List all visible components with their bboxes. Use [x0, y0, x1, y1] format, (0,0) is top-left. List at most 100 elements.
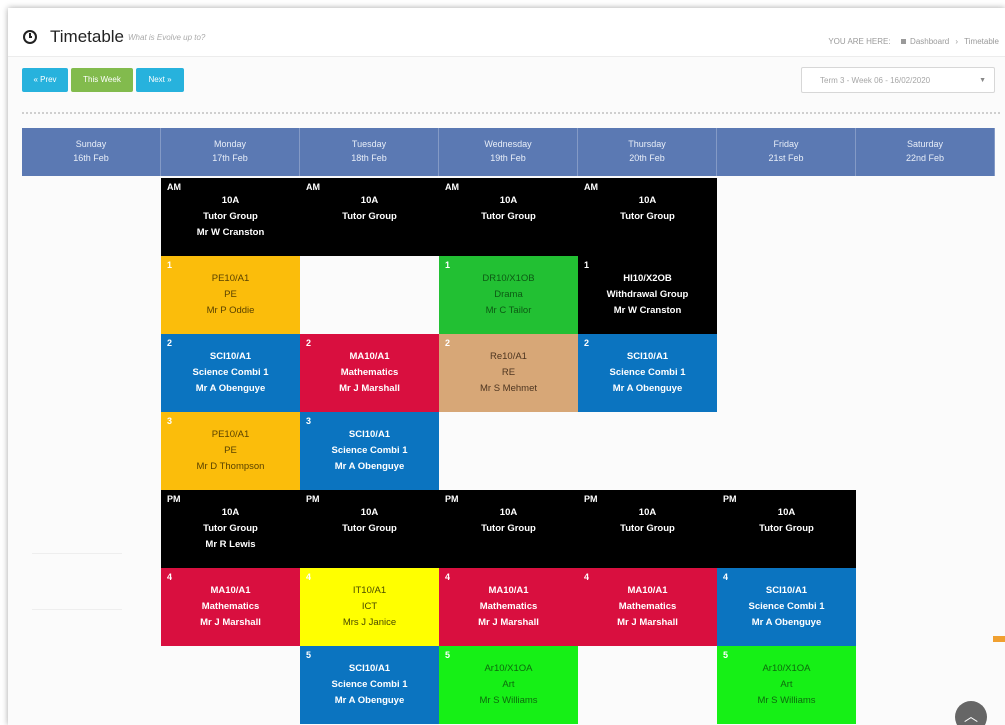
next-week-button[interactable]: Next »	[136, 68, 184, 92]
lesson-slot[interactable]: 3 PE10/A1 PE Mr D Thompson	[161, 412, 300, 490]
lesson-slot[interactable]: PM 10A Tutor Group	[439, 490, 578, 568]
breadcrumb-dashboard-link[interactable]: Dashboard	[910, 37, 949, 46]
period-label: 1	[167, 260, 173, 270]
lesson-slot[interactable]: AM 10A Tutor Group	[578, 178, 717, 256]
lesson-code: 10A	[638, 507, 657, 518]
term-week-select[interactable]: Term 3 - Week 06 - 16/02/2020 ▼	[801, 67, 995, 93]
day-date: 21st Feb	[768, 153, 804, 163]
period-label: 2	[167, 338, 173, 348]
lesson-slot[interactable]: 3 SCI10/A1 Science Combi 1 Mr A Obenguye	[300, 412, 439, 490]
lesson-subject: Tutor Group	[203, 523, 258, 534]
period-label: 1	[584, 260, 590, 270]
lesson-teacher: Mr C Tailor	[485, 305, 532, 316]
day-header-friday: Friday 21st Feb	[717, 128, 856, 176]
home-icon	[900, 39, 906, 45]
breadcrumb-prefix: YOU ARE HERE:	[828, 37, 891, 46]
lesson-slot[interactable]: 1 PE10/A1 PE Mr P Oddie	[161, 256, 300, 334]
day-date: 18th Feb	[351, 153, 387, 163]
lesson-code: SCI10/A1	[348, 429, 391, 440]
lesson-teacher: Mr J Marshall	[339, 383, 400, 394]
lesson-code: IT10/A1	[352, 585, 387, 596]
lesson-code: SCI10/A1	[348, 663, 391, 674]
app-window: Timetable What is Evolve up to? YOU ARE …	[8, 8, 1005, 725]
lesson-subject: Mathematics	[618, 601, 677, 612]
lesson-slot[interactable]: 4 MA10/A1 Mathematics Mr J Marshall	[578, 568, 717, 646]
period-label: PM	[445, 494, 459, 504]
lesson-teacher: Mr W Cranston	[613, 305, 682, 316]
day-header-wednesday: Wednesday 19th Feb	[439, 128, 578, 176]
lesson-subject: RE	[501, 367, 516, 378]
scroll-marker	[993, 636, 1005, 642]
lesson-slot[interactable]: PM 10A Tutor Group	[717, 490, 856, 568]
lesson-slot[interactable]: PM 10A Tutor Group Mr R Lewis	[161, 490, 300, 568]
lesson-subject: Art	[780, 679, 793, 690]
day-header-tuesday: Tuesday 18th Feb	[300, 128, 439, 176]
lesson-subject: PE	[224, 289, 237, 300]
lesson-code: 10A	[499, 195, 518, 206]
lesson-slot[interactable]: 2 Re10/A1 RE Mr S Mehmet	[439, 334, 578, 412]
lesson-slot[interactable]: 1 HI10/X2OB Withdrawal Group Mr W Cranston	[578, 256, 717, 334]
lesson-slot[interactable]: 2 SCI10/A1 Science Combi 1 Mr A Obenguye	[578, 334, 717, 412]
lesson-slot[interactable]: 5 SCI10/A1 Science Combi 1 Mr A Obenguye	[300, 646, 439, 724]
lesson-slot[interactable]: 4 SCI10/A1 Science Combi 1 Mr A Obenguye	[717, 568, 856, 646]
lesson-code: SCI10/A1	[765, 585, 808, 596]
this-week-button[interactable]: This Week	[71, 68, 133, 92]
lesson-code: Re10/A1	[490, 351, 527, 362]
day-date: 16th Feb	[73, 153, 109, 163]
lesson-subject: Mathematics	[479, 601, 538, 612]
lesson-subject: Drama	[494, 289, 523, 300]
prev-week-button[interactable]: « Prev	[22, 68, 68, 92]
day-header-thursday: Thursday 20th Feb	[578, 128, 717, 176]
lesson-slot[interactable]: 5 Ar10/X1OA Art Mr S Williams	[717, 646, 856, 724]
day-header-row: Sunday 16th Feb Monday 17th Feb Tuesday 18th …	[22, 128, 995, 176]
period-label: 5	[445, 650, 451, 660]
lesson-slot[interactable]: 1 DR10/X1OB Drama Mr C Tailor	[439, 256, 578, 334]
lesson-slot[interactable]: AM 10A Tutor Group	[439, 178, 578, 256]
period-label: 4	[584, 572, 590, 582]
chevron-down-icon: ▼	[979, 77, 986, 84]
term-week-select-value: Term 3 - Week 06 - 16/02/2020	[820, 76, 931, 85]
lesson-slot[interactable]: AM 10A Tutor Group	[300, 178, 439, 256]
lesson-slot[interactable]: 4 IT10/A1 ICT Mrs J Janice	[300, 568, 439, 646]
lesson-slot[interactable]: PM 10A Tutor Group	[300, 490, 439, 568]
lesson-subject: Tutor Group	[481, 523, 536, 534]
lesson-slot[interactable]: 2 SCI10/A1 Science Combi 1 Mr A Obenguye	[161, 334, 300, 412]
lesson-subject: Tutor Group	[620, 523, 675, 534]
lesson-slot[interactable]: 4 MA10/A1 Mathematics Mr J Marshall	[161, 568, 300, 646]
period-label: PM	[584, 494, 598, 504]
divider	[32, 553, 122, 554]
lesson-slot[interactable]: 5 Ar10/X1OA Art Mr S Williams	[439, 646, 578, 724]
lesson-teacher: Mrs J Janice	[342, 617, 397, 628]
lesson-code: MA10/A1	[210, 585, 251, 596]
lesson-subject: Tutor Group	[203, 211, 258, 222]
lesson-teacher: Mr A Obenguye	[334, 695, 405, 706]
lesson-code: 10A	[777, 507, 796, 518]
chevron-up-icon[interactable]: ︿	[955, 701, 987, 725]
lesson-code: SCI10/A1	[209, 351, 252, 362]
lesson-subject: Mathematics	[201, 601, 260, 612]
day-name: Thursday	[628, 139, 666, 149]
lesson-slot[interactable]: 4 MA10/A1 Mathematics Mr J Marshall	[439, 568, 578, 646]
lesson-teacher: Mr J Marshall	[478, 617, 539, 628]
period-label: PM	[723, 494, 737, 504]
divider	[32, 609, 122, 610]
lesson-teacher: Mr R Lewis	[205, 539, 256, 550]
lesson-slot[interactable]: PM 10A Tutor Group	[578, 490, 717, 568]
lesson-code: SCI10/A1	[626, 351, 669, 362]
lesson-slot[interactable]: 2 MA10/A1 Mathematics Mr J Marshall	[300, 334, 439, 412]
period-label: 2	[445, 338, 451, 348]
lesson-code: 10A	[221, 507, 240, 518]
lesson-code: MA10/A1	[349, 351, 390, 362]
lesson-code: HI10/X2OB	[623, 273, 672, 284]
page-title: Timetable	[50, 27, 125, 46]
lesson-subject: Mathematics	[340, 367, 399, 378]
breadcrumb: YOU ARE HERE: Dashboard › Timetable	[828, 37, 999, 46]
lesson-slot[interactable]: AM 10A Tutor Group Mr W Cranston	[161, 178, 300, 256]
lesson-code: 10A	[360, 507, 379, 518]
lesson-teacher: Mr A Obenguye	[751, 617, 822, 628]
day-date: 22nd Feb	[905, 153, 945, 163]
lesson-teacher: Mr A Obenguye	[195, 383, 266, 394]
lesson-teacher: Mr J Marshall	[617, 617, 678, 628]
lesson-subject: Tutor Group	[620, 211, 675, 222]
lesson-teacher: Mr D Thompson	[196, 461, 265, 472]
